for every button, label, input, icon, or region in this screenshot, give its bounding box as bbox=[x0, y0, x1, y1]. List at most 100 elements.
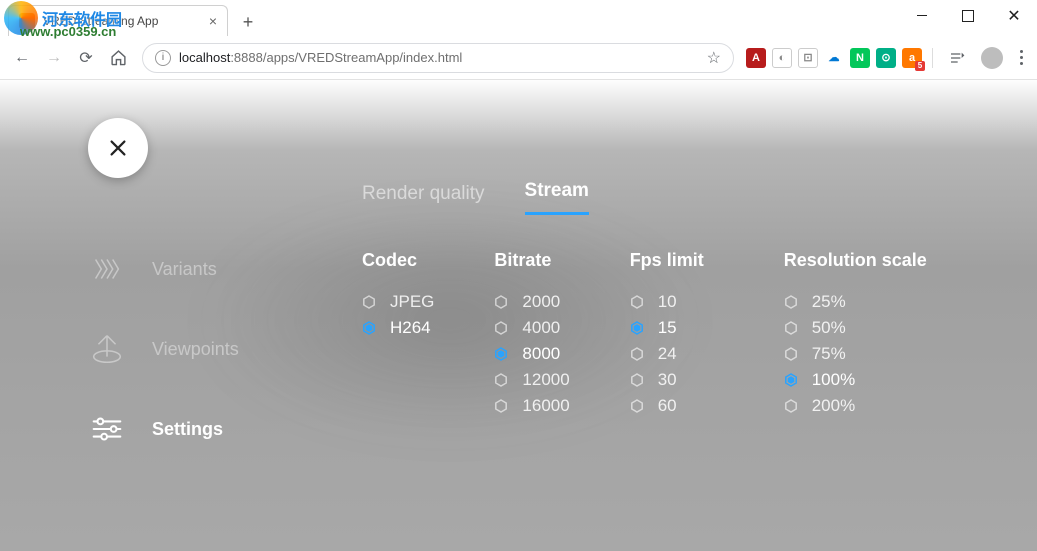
forward-button[interactable]: → bbox=[38, 42, 70, 74]
hexagon-radio-icon bbox=[784, 295, 798, 309]
fps-option-label: 24 bbox=[658, 344, 677, 364]
tab-favicon-icon bbox=[19, 13, 35, 29]
extension-tripadvisor-icon[interactable]: ⊙ bbox=[876, 48, 896, 68]
address-bar[interactable]: i localhost:8888/apps/VREDStreamApp/inde… bbox=[142, 43, 734, 73]
site-info-icon[interactable]: i bbox=[155, 50, 171, 66]
hexagon-radio-icon bbox=[494, 321, 508, 335]
fps-heading: Fps limit bbox=[630, 250, 704, 271]
hexagon-radio-icon bbox=[494, 373, 508, 387]
sidebar-item-label: Variants bbox=[152, 259, 217, 280]
bitrate-option[interactable]: 2000 bbox=[494, 289, 569, 315]
viewpoints-icon bbox=[88, 330, 126, 368]
hexagon-radio-icon bbox=[784, 347, 798, 361]
hexagon-radio-icon bbox=[362, 295, 376, 309]
hexagon-radio-icon bbox=[784, 321, 798, 335]
fps-option[interactable]: 30 bbox=[630, 367, 704, 393]
fps-option-label: 30 bbox=[658, 370, 677, 390]
fps-option-label: 10 bbox=[658, 292, 677, 312]
hexagon-radio-icon bbox=[630, 295, 644, 309]
reload-button[interactable]: ⟳ bbox=[70, 42, 102, 74]
resolution-option[interactable]: 50% bbox=[784, 315, 927, 341]
close-overlay-button[interactable] bbox=[88, 118, 148, 178]
browser-toolbar: ← → ⟳ i localhost:8888/apps/VREDStreamAp… bbox=[0, 36, 1037, 80]
resolution-option[interactable]: 200% bbox=[784, 393, 927, 419]
fps-option[interactable]: 15 bbox=[630, 315, 704, 341]
bookmark-star-icon[interactable]: ☆ bbox=[707, 48, 721, 68]
bitrate-option-label: 4000 bbox=[522, 318, 560, 338]
extension-naver-icon[interactable]: N bbox=[850, 48, 870, 68]
extension-grey-icon[interactable]: ◐ bbox=[772, 48, 792, 68]
bitrate-option-label: 12000 bbox=[522, 370, 569, 390]
sidebar-item-label: Viewpoints bbox=[152, 339, 239, 360]
hexagon-radio-icon bbox=[494, 295, 508, 309]
hexagon-radio-icon bbox=[630, 347, 644, 361]
bitrate-option-label: 16000 bbox=[522, 396, 569, 416]
profile-avatar[interactable] bbox=[981, 47, 1003, 69]
fps-option[interactable]: 24 bbox=[630, 341, 704, 367]
app-content: Variants Viewpoints Settings Render qual… bbox=[0, 80, 1037, 551]
extensions: A ◐ ⊡ ☁ N ⊙ a bbox=[746, 48, 922, 68]
codec-heading: Codec bbox=[362, 250, 434, 271]
media-control-icon[interactable] bbox=[941, 42, 973, 74]
fps-option[interactable]: 60 bbox=[630, 393, 704, 419]
window-minimize-button[interactable] bbox=[899, 0, 945, 31]
hexagon-radio-icon bbox=[494, 399, 508, 413]
resolution-option-label: 100% bbox=[812, 370, 855, 390]
tab-render-quality[interactable]: Render quality bbox=[362, 183, 485, 215]
chrome-menu-button[interactable] bbox=[1011, 50, 1031, 65]
resolution-option-label: 25% bbox=[812, 292, 846, 312]
resolution-option[interactable]: 75% bbox=[784, 341, 927, 367]
codec-option-label: H264 bbox=[390, 318, 431, 338]
fps-option-label: 15 bbox=[658, 318, 677, 338]
window-maximize-button[interactable] bbox=[945, 0, 991, 31]
resolution-option[interactable]: 100% bbox=[784, 367, 927, 393]
fps-option[interactable]: 10 bbox=[630, 289, 704, 315]
bitrate-option-label: 2000 bbox=[522, 292, 560, 312]
resolution-option-label: 50% bbox=[812, 318, 846, 338]
sidebar: Variants Viewpoints Settings bbox=[88, 250, 239, 448]
tab-close-button[interactable]: × bbox=[209, 13, 217, 29]
codec-option-label: JPEG bbox=[390, 292, 434, 312]
resolution-column: Resolution scale 25%50%75%100%200% bbox=[784, 250, 927, 419]
codec-option[interactable]: H264 bbox=[362, 315, 434, 341]
fps-option-label: 60 bbox=[658, 396, 677, 416]
new-tab-button[interactable]: + bbox=[234, 8, 262, 36]
bitrate-option[interactable]: 16000 bbox=[494, 393, 569, 419]
sidebar-item-settings[interactable]: Settings bbox=[88, 410, 239, 448]
fps-column: Fps limit 10 15 24 30 60 bbox=[630, 250, 704, 419]
hexagon-radio-icon bbox=[784, 399, 798, 413]
settings-icon bbox=[88, 410, 126, 448]
window-close-button[interactable]: ✕ bbox=[991, 0, 1037, 31]
resolution-option-label: 75% bbox=[812, 344, 846, 364]
browser-tab[interactable]: VRED Streaming App × bbox=[8, 5, 228, 36]
separator bbox=[932, 48, 933, 68]
hexagon-radio-icon bbox=[494, 347, 508, 361]
bitrate-option[interactable]: 8000 bbox=[494, 341, 569, 367]
home-button[interactable] bbox=[102, 42, 134, 74]
extension-dotted-icon[interactable]: ⊡ bbox=[798, 48, 818, 68]
stream-settings-columns: Codec JPEG H264 Bitrate 2000 4000 8000 12000… bbox=[362, 250, 927, 419]
hexagon-radio-icon bbox=[630, 373, 644, 387]
sidebar-item-variants[interactable]: Variants bbox=[88, 250, 239, 288]
bitrate-heading: Bitrate bbox=[494, 250, 569, 271]
sidebar-item-viewpoints[interactable]: Viewpoints bbox=[88, 330, 239, 368]
sidebar-item-label: Settings bbox=[152, 419, 223, 440]
back-button[interactable]: ← bbox=[6, 42, 38, 74]
resolution-option[interactable]: 25% bbox=[784, 289, 927, 315]
hexagon-radio-icon bbox=[630, 321, 644, 335]
bitrate-option[interactable]: 4000 bbox=[494, 315, 569, 341]
extension-cloud-icon[interactable]: ☁ bbox=[824, 48, 844, 68]
codec-option[interactable]: JPEG bbox=[362, 289, 434, 315]
tab-stream[interactable]: Stream bbox=[525, 180, 589, 215]
codec-column: Codec JPEG H264 bbox=[362, 250, 434, 419]
extension-adobe-icon[interactable]: A bbox=[746, 48, 766, 68]
url-text: localhost:8888/apps/VREDStreamApp/index.… bbox=[179, 50, 462, 65]
bitrate-option-label: 8000 bbox=[522, 344, 560, 364]
browser-tabstrip: VRED Streaming App × + bbox=[0, 0, 262, 36]
bitrate-option[interactable]: 12000 bbox=[494, 367, 569, 393]
extension-avast-icon[interactable]: a bbox=[902, 48, 922, 68]
bitrate-column: Bitrate 2000 4000 8000 12000 16000 bbox=[494, 250, 569, 419]
hexagon-radio-icon bbox=[362, 321, 376, 335]
resolution-option-label: 200% bbox=[812, 396, 855, 416]
tab-title: VRED Streaming App bbox=[43, 14, 209, 28]
